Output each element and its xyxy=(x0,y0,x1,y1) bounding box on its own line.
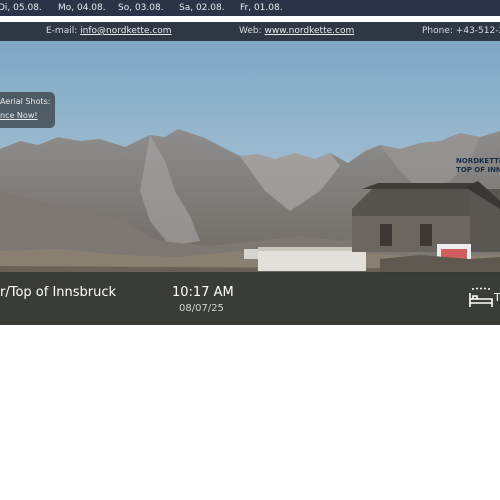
phone-value: +43-512-29 xyxy=(455,26,500,36)
email-link[interactable]: info@nordkette.com xyxy=(80,26,171,36)
web-label: Web: xyxy=(239,26,262,36)
hotel-label[interactable]: T xyxy=(494,291,500,304)
location-title: r/Top of Innsbruck xyxy=(0,285,117,300)
date-navigation-bar: Di, 05.08. Mo, 04.08. So, 03.08. Sa, 02.… xyxy=(0,0,500,16)
webcam-info-bar: r/Top of Innsbruck 10:17 AM 08/07/25 T xyxy=(0,272,500,325)
date-link-1[interactable]: Di, 05.08. xyxy=(0,3,42,13)
date-link-2[interactable]: Mo, 04.08. xyxy=(58,3,106,13)
date-link-5[interactable]: Fr, 01.08. xyxy=(240,3,283,13)
capture-time: 10:17 AM xyxy=(172,285,234,300)
date-link-4[interactable]: Sa, 02.08. xyxy=(179,3,225,13)
nordkette-logo: NORDKETTE TOP OF INNS xyxy=(456,157,500,174)
email-label: E-mail: xyxy=(46,26,78,36)
promo-title: Aerial Shots: xyxy=(0,97,51,106)
contact-bar: E-mail: info@nordkette.com Web: www.nord… xyxy=(0,22,500,41)
date-link-3[interactable]: So, 03.08. xyxy=(118,3,164,13)
hotel-bed-icon[interactable] xyxy=(468,287,494,309)
web-item: Web: www.nordkette.com xyxy=(239,26,354,36)
phone-label: Phone: xyxy=(422,26,453,36)
promo-link[interactable]: nce Now! xyxy=(0,111,38,120)
email-item: E-mail: info@nordkette.com xyxy=(46,26,172,36)
aerial-shots-promo[interactable]: Aerial Shots: nce Now! xyxy=(0,92,55,128)
web-link[interactable]: www.nordkette.com xyxy=(265,26,355,36)
phone-item: Phone: +43-512-29 xyxy=(422,26,500,36)
capture-date: 08/07/25 xyxy=(179,303,224,314)
